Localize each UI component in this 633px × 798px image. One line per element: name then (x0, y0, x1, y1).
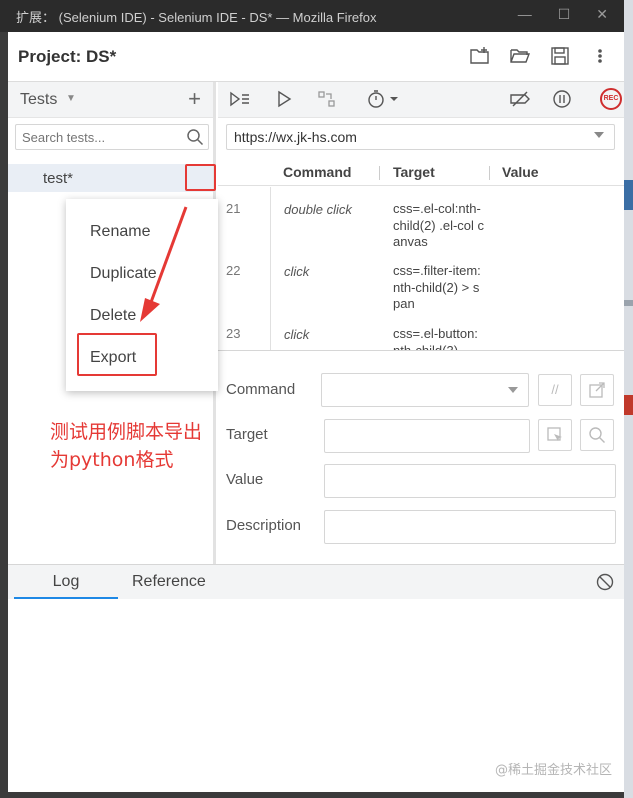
test-options-button[interactable] (185, 164, 216, 191)
tests-header: Tests ▼ + (8, 82, 213, 118)
clear-log-icon[interactable] (596, 573, 614, 591)
row-command: click (284, 327, 310, 342)
log-panel: Log Reference @稀土掘金技术社区 (8, 564, 624, 792)
search-tests (15, 124, 209, 150)
selenium-ide-window: Project: DS* Tests ▼ + t (8, 32, 624, 792)
run-icon[interactable] (272, 89, 296, 111)
log-tabs: Log Reference (8, 565, 624, 599)
find-target-button[interactable] (580, 419, 614, 451)
save-icon[interactable] (548, 46, 572, 68)
target-input[interactable] (324, 419, 530, 453)
run-all-icon[interactable] (228, 89, 252, 111)
select-target-icon (547, 427, 562, 441)
search-icon (187, 129, 204, 146)
command-table: 21 double click css=.el-col:nth-child(2)… (218, 187, 624, 350)
maximize-button[interactable]: ☐ (558, 6, 571, 23)
row-target: css=.el-col:nth-child(2) .el-col canvas (393, 201, 485, 249)
value-label: Value (226, 471, 264, 488)
description-input[interactable] (324, 510, 616, 544)
test-list-item[interactable]: test* (8, 164, 213, 192)
test-item-label: test* (43, 170, 74, 187)
open-folder-icon[interactable] (508, 46, 532, 68)
external-link-icon (589, 382, 605, 398)
project-header: Project: DS* (8, 32, 624, 82)
project-title[interactable]: Project: DS* (18, 47, 116, 67)
minimize-button[interactable]: — (518, 6, 532, 23)
command-input[interactable] (321, 373, 529, 407)
more-icon[interactable] (588, 46, 612, 68)
speed-icon[interactable] (364, 89, 404, 111)
chevron-down-icon[interactable]: ▼ (66, 93, 76, 104)
row-target: css=.filter-item:nth-child(2) > span (393, 263, 481, 311)
playback-toolbar: REC (218, 82, 624, 118)
menu-item-duplicate[interactable]: Duplicate (90, 265, 157, 283)
search-icon (589, 427, 605, 443)
table-row[interactable]: 23 click css=.el-button:nth-child(3) (218, 326, 624, 350)
command-editor: Command // Target Value Description (218, 350, 624, 564)
tab-log[interactable]: Log (14, 565, 118, 599)
value-input[interactable] (324, 464, 616, 498)
row-command: double click (284, 202, 352, 217)
tests-dropdown[interactable]: Tests (20, 91, 57, 109)
row-number: 22 (226, 263, 241, 278)
comment-toggle-button[interactable]: // (538, 374, 572, 406)
open-reference-button[interactable] (580, 374, 614, 406)
step-icon[interactable] (315, 89, 339, 111)
tab-reference[interactable]: Reference (132, 565, 206, 599)
row-number: 23 (226, 326, 241, 341)
target-label: Target (226, 426, 268, 443)
annotation-text: 测试用例脚本导出为python格式 (50, 421, 203, 471)
close-window-button[interactable]: ✕ (596, 6, 608, 23)
watermark: @稀土掘金技术社区 (494, 763, 612, 778)
command-label: Command (226, 381, 296, 398)
pause-icon[interactable] (550, 89, 574, 111)
base-url-field[interactable]: https://wx.jk-hs.com (226, 124, 615, 150)
chevron-down-icon[interactable] (508, 387, 518, 393)
new-folder-icon[interactable] (468, 46, 492, 68)
add-test-button[interactable]: + (188, 86, 201, 112)
export-highlight-box (77, 333, 157, 376)
row-command: click (284, 264, 310, 279)
base-url-value: https://wx.jk-hs.com (234, 129, 357, 145)
window-title: 扩展： (Selenium IDE) - Selenium IDE - DS* … (16, 9, 377, 25)
disable-breakpoints-icon[interactable] (508, 89, 532, 111)
table-row[interactable]: 22 click css=.filter-item:nth-child(2) >… (218, 263, 624, 319)
select-target-button[interactable] (538, 419, 572, 451)
header-value: Value (502, 164, 539, 180)
header-command: Command (283, 164, 352, 180)
command-table-header: Command Target Value (218, 158, 624, 186)
background-window-edge (624, 0, 633, 798)
row-target: css=.el-button:nth-child(3) (393, 326, 478, 350)
description-label: Description (226, 517, 302, 534)
record-button[interactable]: REC (600, 88, 622, 110)
window-titlebar: 扩展： (Selenium IDE) - Selenium IDE - DS* … (0, 0, 624, 32)
menu-item-rename[interactable]: Rename (90, 223, 150, 241)
table-row[interactable]: 21 double click css=.el-col:nth-child(2)… (218, 201, 624, 257)
search-tests-input[interactable] (16, 125, 176, 149)
row-number: 21 (226, 201, 241, 216)
header-target: Target (393, 164, 435, 180)
chevron-down-icon[interactable] (594, 132, 604, 138)
menu-item-delete[interactable]: Delete (90, 307, 136, 325)
